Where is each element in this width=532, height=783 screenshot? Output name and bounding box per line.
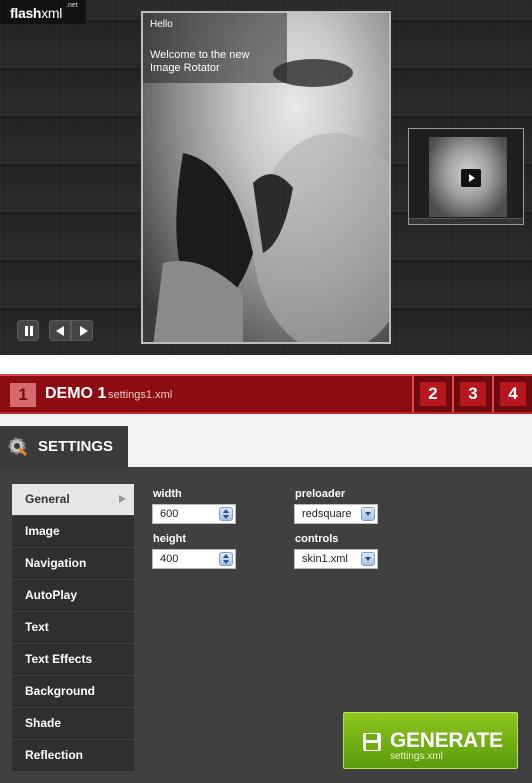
controls-label: controls xyxy=(295,533,339,545)
demo-settings-file: settings1.xml xyxy=(108,389,173,401)
height-stepper[interactable]: 400 xyxy=(152,549,236,569)
width-stepper[interactable]: 600 xyxy=(152,504,236,524)
spinner-icon[interactable] xyxy=(219,507,233,521)
menu-item-image[interactable]: Image xyxy=(12,516,134,547)
current-demo-number: 1 xyxy=(10,383,36,407)
settings-tab[interactable]: SETTINGS xyxy=(0,426,128,467)
chevron-right-icon xyxy=(119,495,126,503)
main-slide-image[interactable]: Hello Welcome to the new Image Rotator xyxy=(141,11,391,344)
menu-item-navigation[interactable]: Navigation xyxy=(12,548,134,579)
demo-title: DEMO 1 xyxy=(45,385,107,402)
next-slide-thumbnail[interactable] xyxy=(408,128,524,225)
image-rotator-preview: flashxml .net Hello Welcome to the new I… xyxy=(0,0,532,355)
generate-button[interactable]: GENERATE settings.xml xyxy=(343,712,518,769)
menu-item-autoplay[interactable]: AutoPlay xyxy=(12,580,134,611)
chevron-down-icon[interactable] xyxy=(361,552,375,566)
previous-button[interactable] xyxy=(49,320,71,341)
preloader-select[interactable]: redsquare xyxy=(294,504,378,524)
slide-caption: Hello Welcome to the new Image Rotator xyxy=(143,13,287,83)
menu-item-reflection[interactable]: Reflection xyxy=(12,740,134,771)
width-label: width xyxy=(153,488,182,500)
menu-item-background[interactable]: Background xyxy=(12,676,134,707)
height-label: height xyxy=(153,533,186,545)
settings-title: SETTINGS xyxy=(38,438,114,455)
chevron-down-icon[interactable] xyxy=(361,507,375,521)
demo-tab-2[interactable]: 2 xyxy=(412,376,452,412)
demo-tabs: 2 3 4 xyxy=(412,376,532,412)
video-progress-bar[interactable] xyxy=(409,218,523,224)
preloader-label: preloader xyxy=(295,488,346,500)
caption-text: Welcome to the new Image Rotator xyxy=(150,49,250,74)
menu-item-shade[interactable]: Shade xyxy=(12,708,134,739)
floppy-disk-icon xyxy=(363,733,381,751)
demo-selector-bar: 1 DEMO 1 settings1.xml 2 3 4 xyxy=(0,374,532,414)
demo-tab-4[interactable]: 4 xyxy=(492,376,532,412)
generate-label: GENERATE xyxy=(390,729,503,752)
next-button[interactable] xyxy=(71,320,93,341)
generate-file-label: settings.xml xyxy=(390,751,443,762)
settings-menu: General Image Navigation AutoPlay Text T… xyxy=(12,484,134,772)
menu-item-text[interactable]: Text xyxy=(12,612,134,643)
pause-button[interactable] xyxy=(17,320,39,341)
caption-title: Hello xyxy=(150,19,173,30)
controls-select[interactable]: skin1.xml xyxy=(294,549,378,569)
flashxml-logo: flashxml .net xyxy=(0,0,86,24)
gear-icon xyxy=(8,437,28,457)
spinner-icon[interactable] xyxy=(219,552,233,566)
play-icon[interactable] xyxy=(461,169,481,187)
menu-item-text-effects[interactable]: Text Effects xyxy=(12,644,134,675)
menu-item-general[interactable]: General xyxy=(12,484,134,515)
demo-tab-3[interactable]: 3 xyxy=(452,376,492,412)
